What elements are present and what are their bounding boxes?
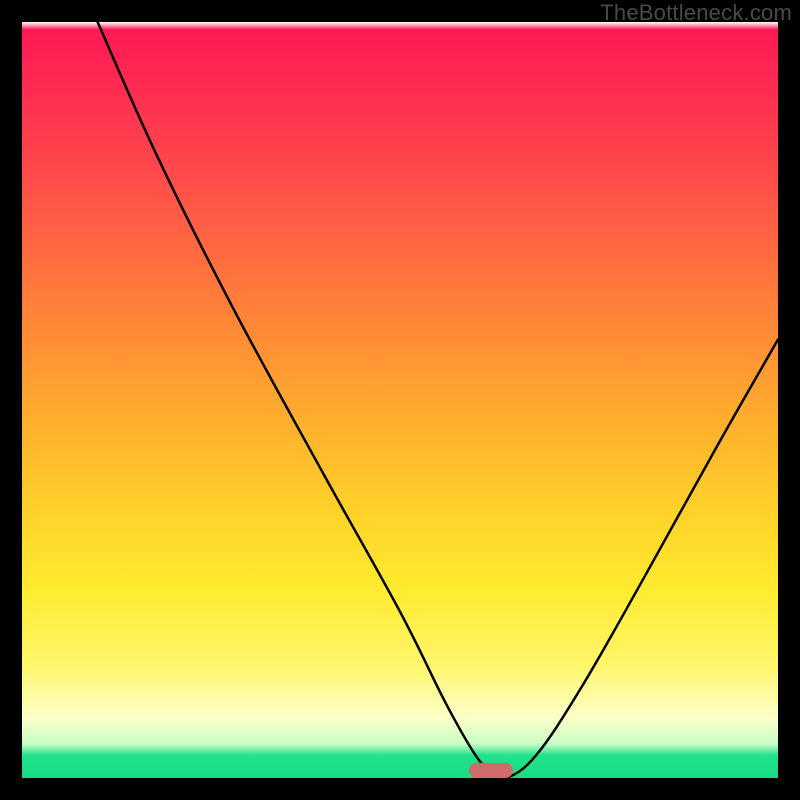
curve-path [98, 22, 778, 778]
bottleneck-curve [22, 22, 778, 778]
bottleneck-minimum-marker [469, 763, 513, 778]
chart-container: TheBottleneck.com [0, 0, 800, 800]
watermark-text: TheBottleneck.com [600, 0, 792, 26]
plot-area [22, 22, 778, 778]
